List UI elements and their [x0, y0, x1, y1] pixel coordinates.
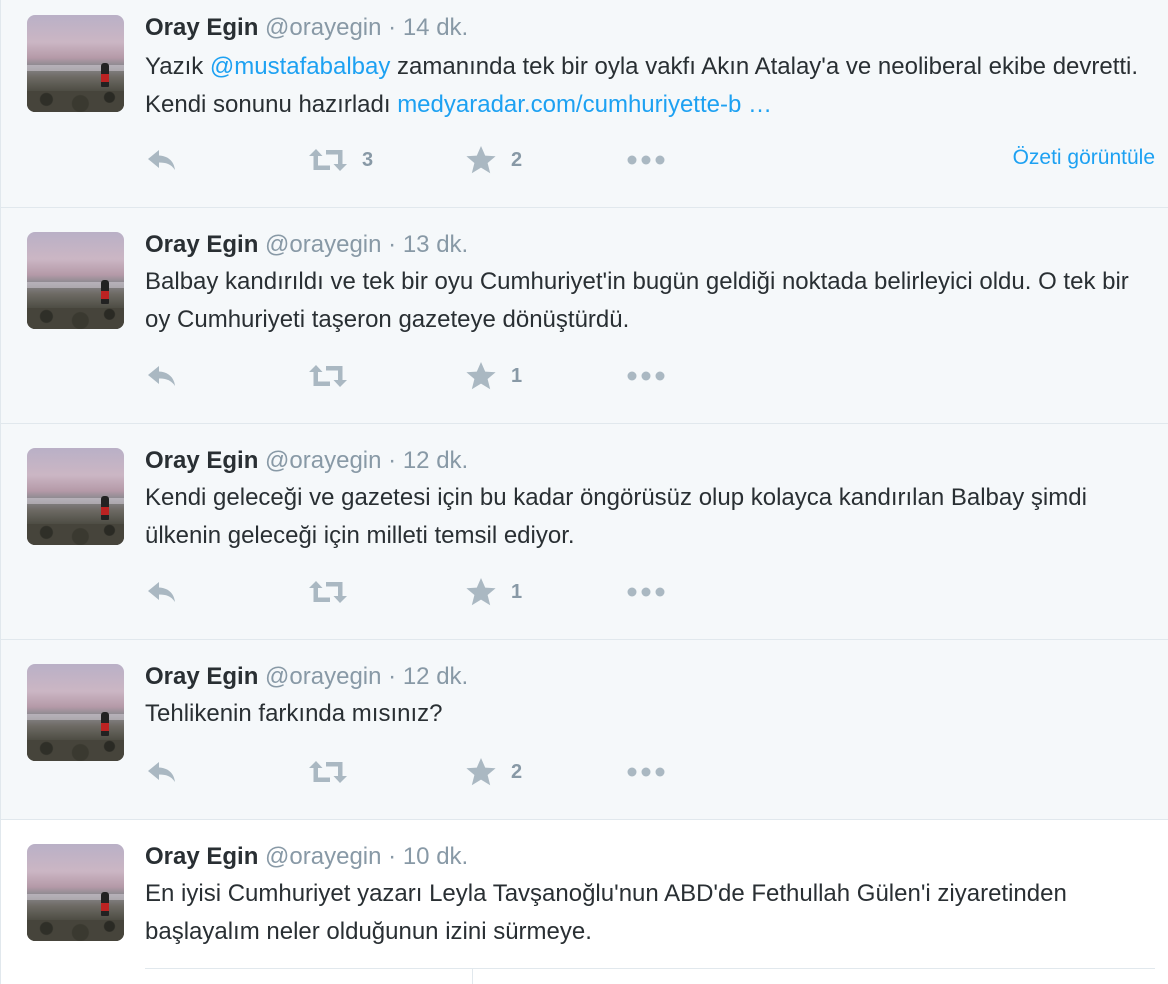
retweet-button[interactable]: [308, 576, 362, 608]
author-name[interactable]: Oray Egin: [145, 447, 258, 474]
tweet[interactable]: Oray Egin @orayegin · 12 dk. Kendi gelec…: [1, 424, 1168, 640]
reply-button[interactable]: [145, 360, 181, 392]
tweet-text: En iyisi Cumhuriyet yazarı Leyla Tavşano…: [145, 880, 1067, 945]
tweet-text-start: Yazık: [145, 53, 210, 80]
stats-divider: [145, 968, 1155, 969]
more-button[interactable]: [626, 756, 666, 788]
reply-button[interactable]: [145, 576, 181, 608]
favorite-button[interactable]: 2: [465, 756, 522, 788]
mention-link[interactable]: @mustafabalbay: [210, 53, 390, 80]
tweet-text: Balbay kandırıldı ve tek bir oyu Cumhuri…: [145, 268, 1129, 333]
tweet-text: Yazık @mustafabalbay zamanında tek bir o…: [145, 48, 1145, 124]
separator: ·: [388, 663, 397, 690]
tweet-actions: 2: [145, 756, 1155, 788]
tweet-actions: 1: [145, 576, 1155, 608]
author-handle[interactable]: @orayegin: [265, 14, 381, 41]
separator: ·: [388, 447, 397, 474]
avatar[interactable]: [27, 15, 124, 112]
author-handle[interactable]: @orayegin: [265, 663, 381, 690]
retweet-button[interactable]: [308, 756, 362, 788]
timestamp[interactable]: 10 dk.: [403, 843, 468, 870]
reply-icon: [145, 578, 181, 606]
author-name[interactable]: Oray Egin: [145, 14, 258, 41]
reply-icon: [145, 146, 181, 174]
timeline: Oray Egin @orayegin · 14 dk. Yazık @must…: [0, 0, 1168, 984]
avatar[interactable]: [27, 664, 124, 761]
author-handle[interactable]: @orayegin: [265, 843, 381, 870]
retweet-icon: [308, 362, 348, 390]
reply-icon: [145, 362, 181, 390]
more-button[interactable]: [626, 576, 666, 608]
tweet[interactable]: Oray Egin @orayegin · 14 dk. Yazık @must…: [1, 0, 1168, 208]
timestamp[interactable]: 13 dk.: [403, 231, 468, 258]
url-link[interactable]: medyaradar.com/cumhuriyette-b …: [397, 91, 772, 118]
timestamp[interactable]: 12 dk.: [403, 663, 468, 690]
favorite-count: 2: [511, 760, 523, 783]
tweet-expanded[interactable]: Oray Egin @orayegin · 10 dk. En iyisi Cu…: [1, 820, 1168, 984]
tweet-header: Oray Egin @orayegin · 10 dk.: [145, 842, 468, 872]
tweet-actions: 3 2 Özeti görüntüle: [145, 144, 1155, 176]
favorite-count: 1: [511, 580, 523, 603]
more-button[interactable]: [626, 360, 666, 392]
more-icon: [626, 154, 666, 166]
tweet-text: Kendi geleceği ve gazetesi için bu kadar…: [145, 484, 1087, 549]
more-button[interactable]: [626, 144, 666, 176]
author-name[interactable]: Oray Egin: [145, 843, 258, 870]
more-icon: [626, 766, 666, 778]
retweet-icon: [308, 758, 348, 786]
retweet-count: 3: [362, 148, 374, 171]
author-name[interactable]: Oray Egin: [145, 231, 258, 258]
favorite-icon: [465, 757, 497, 787]
tweet-text: Tehlikenin farkında mısınız?: [145, 700, 443, 727]
retweet-button[interactable]: 3: [308, 144, 373, 176]
favorite-count: 2: [511, 148, 523, 171]
author-handle[interactable]: @orayegin: [265, 447, 381, 474]
tweet-header: Oray Egin @orayegin · 12 dk.: [145, 662, 468, 692]
timestamp[interactable]: 12 dk.: [403, 447, 468, 474]
favorite-count: 1: [511, 364, 523, 387]
retweet-icon: [308, 146, 348, 174]
retweet-button[interactable]: [308, 360, 362, 392]
avatar[interactable]: [27, 448, 124, 545]
more-icon: [626, 586, 666, 598]
avatar[interactable]: [27, 232, 124, 329]
separator: ·: [388, 14, 397, 41]
reply-button[interactable]: [145, 144, 181, 176]
favorite-button[interactable]: 2: [465, 144, 522, 176]
reply-icon: [145, 758, 181, 786]
reply-button[interactable]: [145, 756, 181, 788]
retweet-icon: [308, 578, 348, 606]
stats-divider-vertical: [472, 968, 473, 984]
tweet[interactable]: Oray Egin @orayegin · 13 dk. Balbay kand…: [1, 208, 1168, 424]
more-icon: [626, 370, 666, 382]
timestamp[interactable]: 14 dk.: [403, 14, 468, 41]
tweet[interactable]: Oray Egin @orayegin · 12 dk. Tehlikenin …: [1, 640, 1168, 820]
author-name[interactable]: Oray Egin: [145, 663, 258, 690]
author-handle[interactable]: @orayegin: [265, 231, 381, 258]
tweet-actions: 1: [145, 360, 1155, 392]
tweet-header: Oray Egin @orayegin · 14 dk.: [145, 13, 468, 43]
favorite-button[interactable]: 1: [465, 360, 522, 392]
separator: ·: [388, 231, 397, 258]
favorite-icon: [465, 145, 497, 175]
tweet-header: Oray Egin @orayegin · 13 dk.: [145, 230, 468, 260]
favorite-button[interactable]: 1: [465, 576, 522, 608]
view-summary-link[interactable]: Özeti görüntüle: [1013, 146, 1155, 170]
avatar[interactable]: [27, 844, 124, 941]
separator: ·: [388, 843, 397, 870]
favorite-icon: [465, 577, 497, 607]
tweet-header: Oray Egin @orayegin · 12 dk.: [145, 446, 468, 476]
favorite-icon: [465, 361, 497, 391]
